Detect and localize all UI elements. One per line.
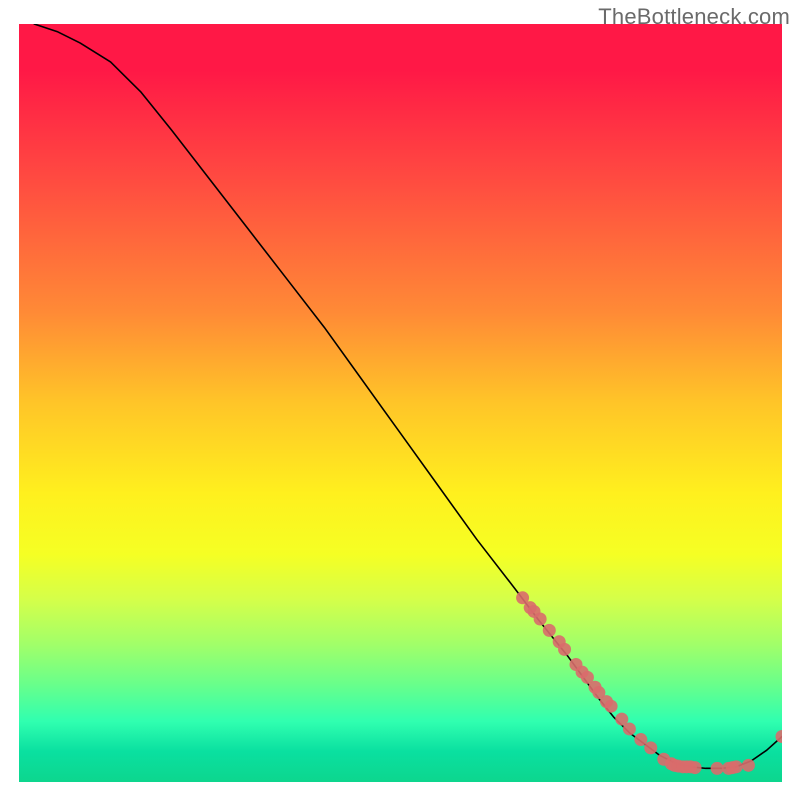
- chart-svg: [19, 24, 782, 782]
- watermark-text: TheBottleneck.com: [598, 4, 790, 30]
- chart-container: TheBottleneck.com: [0, 0, 800, 800]
- plot-area: [19, 24, 782, 782]
- curve-line: [34, 24, 782, 768]
- scatter-markers: [516, 591, 782, 775]
